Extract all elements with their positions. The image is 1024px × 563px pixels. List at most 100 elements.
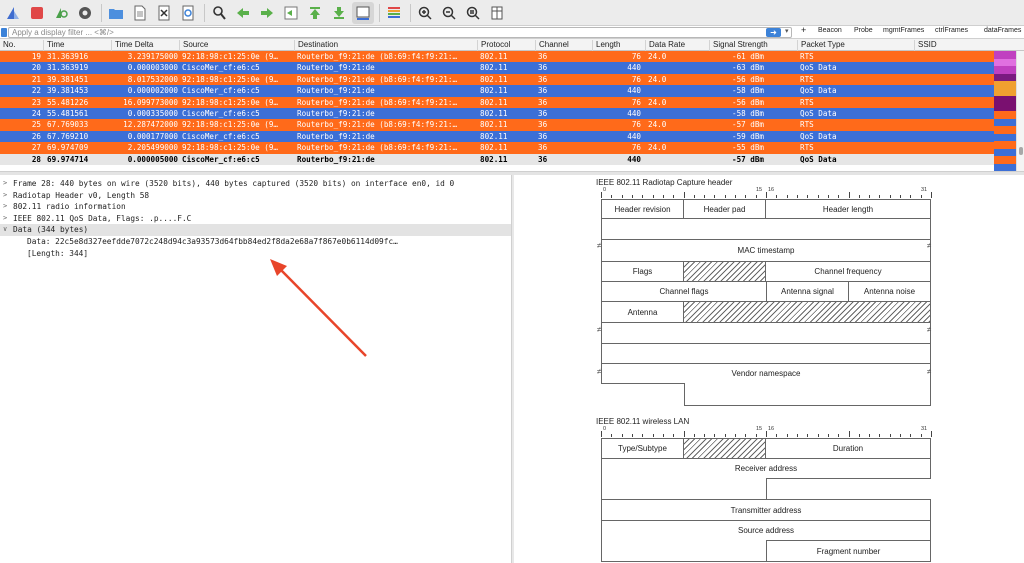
details-tree-item[interactable]: Data: 22c5e8d327eefdde7072c248d94c3a9357… (0, 236, 511, 248)
add-filter-button[interactable]: + (801, 25, 806, 35)
packet-cell-signal: -59 dBm (732, 131, 765, 141)
find-icon[interactable] (208, 2, 230, 24)
ruler-tick (714, 195, 716, 198)
column-header-channel[interactable]: Channel (535, 40, 569, 51)
bookmark-icon[interactable] (1, 28, 7, 37)
ruler-tick (631, 195, 633, 198)
column-header-data-rate[interactable]: Data Rate (645, 40, 685, 51)
packet-row[interactable]: 21 39.381451 8.017532000 92:18:98:c1:25:0e … (0, 73, 994, 86)
packet-cell-type: RTS (800, 52, 814, 61)
field-transmitter-address[interactable]: Transmitter address (601, 499, 931, 521)
apply-filter-button[interactable]: ➜ (766, 28, 781, 37)
first-packet-icon[interactable] (304, 2, 326, 24)
packet-cell-proto: 802.11 (480, 63, 508, 73)
column-header-destination[interactable]: Destination (294, 40, 338, 51)
display-filter-input[interactable]: Apply a display filter ... <⌘/> (8, 27, 792, 38)
arrow-right-icon[interactable] (256, 2, 278, 24)
ruler-tick (683, 192, 685, 198)
stop-icon[interactable] (26, 2, 48, 24)
field-mac-timestamp[interactable]: MAC timestamp (601, 239, 931, 262)
goto-packet-icon[interactable] (280, 2, 302, 24)
scrollbar-thumb[interactable] (1019, 147, 1023, 155)
column-header-signal-strength[interactable]: Signal Strength (709, 40, 768, 51)
details-tree-item[interactable]: ∨ Data (344 bytes) (0, 224, 511, 236)
field-duration[interactable]: Duration (765, 438, 931, 459)
restart-icon[interactable] (50, 2, 72, 24)
arrow-left-icon[interactable] (232, 2, 254, 24)
packet-cell-proto: 802.11 (480, 52, 508, 61)
field-antenna-signal[interactable]: Antenna signal (766, 281, 849, 302)
packet-row[interactable]: 23 55.481226 16.099773000 92:18:98:c1:25:0e… (0, 96, 994, 108)
field-receiver-address[interactable]: Receiver address (601, 458, 931, 479)
packet-minimap[interactable] (994, 51, 1016, 171)
details-tree-item[interactable]: [Length: 344] (0, 248, 511, 260)
packet-list-scrollbar[interactable] (1016, 51, 1024, 171)
field-type-subtype[interactable]: Type/Subtype (601, 438, 684, 459)
details-tree-item[interactable]: > IEEE 802.11 QoS Data, Flags: .p....F.C (0, 213, 511, 225)
chevron-right-icon[interactable]: > (3, 190, 7, 202)
file-icon[interactable] (129, 2, 151, 24)
ruler-tick (838, 434, 840, 437)
column-header-time-delta[interactable]: Time Delta (111, 40, 153, 51)
zoom-in-icon[interactable] (414, 2, 436, 24)
field-channel-flags[interactable]: Channel flags (601, 281, 767, 302)
packet-row[interactable]: 28 69.974714 0.000005000 CiscoMer_cf:e6:c5 R… (0, 153, 994, 165)
filter-button-beacon[interactable]: Beacon (818, 27, 842, 34)
packet-row[interactable]: 19 31.363916 3.239175000 92:18:98:c1:25:0e … (0, 51, 994, 63)
field-source-address[interactable]: Source address (601, 520, 931, 541)
gear-icon[interactable] (74, 2, 96, 24)
field-antenna-noise[interactable]: Antenna noise (848, 281, 931, 302)
shark-fin-icon[interactable] (2, 2, 24, 24)
field-fragment-number[interactable]: Fragment number (766, 540, 931, 562)
chevron-right-icon[interactable]: > (3, 213, 7, 225)
details-tree-item[interactable]: >802.11 radio information (0, 201, 511, 213)
autoscroll-icon[interactable] (352, 1, 374, 24)
packet-cell-signal: -55 dBm (732, 143, 765, 153)
folder-icon[interactable] (105, 2, 127, 24)
ruler-label-16: 16 (768, 426, 775, 432)
field-antenna[interactable]: Antenna (601, 301, 684, 323)
ruler-tick (704, 195, 706, 198)
packet-row[interactable]: 20 31.363919 0.000003000 CiscoMer_cf:e6:c5 R… (0, 62, 994, 74)
chevron-right-icon[interactable]: > (3, 201, 7, 213)
packet-row[interactable]: 25 67.769033 12.287472000 92:18:98:c1:25:0e… (0, 119, 994, 131)
ruler-tick (683, 431, 685, 437)
close-file-icon[interactable] (153, 2, 175, 24)
zoom-out-icon[interactable] (438, 2, 460, 24)
last-packet-icon[interactable] (328, 2, 350, 24)
column-header-ssid[interactable]: SSID (914, 40, 937, 51)
column-header-time[interactable]: Time (43, 40, 64, 51)
minimap-band (994, 156, 1016, 164)
column-header-packet-type[interactable]: Packet Type (797, 40, 845, 51)
reload-icon[interactable] (177, 2, 199, 24)
packet-row[interactable]: 27 69.974709 2.205499000 92:18:98:c1:25:0e … (0, 142, 994, 154)
column-header-source[interactable]: Source (179, 40, 208, 51)
field-header-length[interactable]: Header length (765, 199, 931, 219)
resize-columns-icon[interactable] (486, 2, 508, 24)
chevron-down-icon[interactable]: ∨ (3, 224, 7, 236)
field-channel-frequency[interactable]: Channel frequency (765, 261, 931, 282)
filter-button-ctrlframes[interactable]: ctrlFrames (935, 27, 968, 34)
zoom-reset-icon[interactable] (462, 2, 484, 24)
filter-button-dataframes[interactable]: dataFrames (984, 27, 1021, 34)
colorize-icon[interactable] (383, 2, 405, 24)
column-header-protocol[interactable]: Protocol (477, 40, 510, 51)
column-header-no[interactable]: No. (0, 40, 15, 51)
minimap-band (994, 58, 1016, 66)
wrap-marker-icon: ≠ (597, 367, 602, 376)
filter-button-probe[interactable]: Probe (854, 27, 873, 34)
column-header-length[interactable]: Length (592, 40, 620, 51)
field-vendor-namespace[interactable]: Vendor namespace (601, 363, 931, 384)
field-header-pad[interactable]: Header pad (683, 199, 766, 219)
packet-row[interactable]: 26 67.769210 0.000177000 CiscoMer_cf:e6:c5 R… (0, 130, 994, 143)
field-header-revision[interactable]: Header revision (601, 199, 684, 219)
details-tree-item[interactable]: > Frame 28: 440 bytes on wire (3520 bits)… (0, 178, 511, 190)
packet-row[interactable]: 24 55.481561 0.000335000 CiscoMer_cf:e6:c5 R… (0, 108, 994, 120)
field-flags[interactable]: Flags (601, 261, 684, 282)
filter-button-mgmtframes[interactable]: mgmtFrames (883, 27, 924, 34)
details-tree-item[interactable]: > Radiotap Header v0, Length 58 (0, 190, 511, 202)
chevron-right-icon[interactable]: > (3, 178, 7, 190)
chevron-down-icon[interactable]: ▾ (785, 27, 789, 35)
field-blank-3 (601, 343, 931, 364)
packet-row[interactable]: 22 39.381453 0.000002000 CiscoMer_cf:e6:c5 R… (0, 85, 994, 97)
